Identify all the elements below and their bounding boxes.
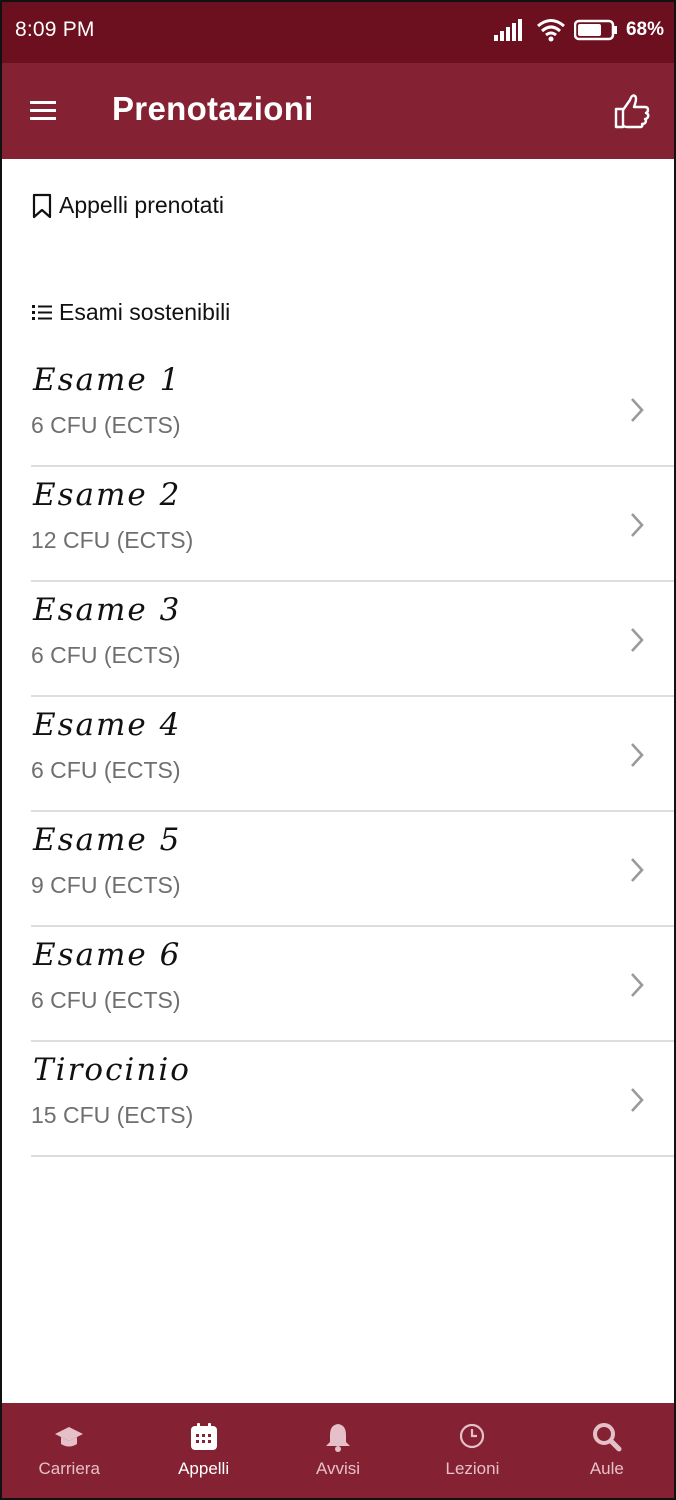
nav-item-appelli[interactable]: Appelli xyxy=(136,1403,270,1498)
booked-exams-label: Appelli prenotati xyxy=(59,192,224,218)
graduation-cap-icon xyxy=(55,1427,84,1447)
exam-credits: 6 CFU (ECTS) xyxy=(31,642,181,668)
bottom-navigation: Carriera Appelli Avvisi Lezioni Aule xyxy=(2,1403,674,1498)
exam-credits: 6 CFU (ECTS) xyxy=(31,757,181,783)
nav-item-lezioni[interactable]: Lezioni xyxy=(405,1403,539,1498)
battery-icon xyxy=(573,19,617,41)
chevron-right-icon xyxy=(631,628,644,652)
exam-name: Esame 5 xyxy=(33,822,182,858)
list-item[interactable]: Esame 3 6 CFU (ECTS) xyxy=(31,582,674,697)
exam-list: Esame 1 6 CFU (ECTS) Esame 2 12 CFU (ECT… xyxy=(2,352,674,1157)
exam-name: Esame 3 xyxy=(33,592,182,628)
nav-label: Carriera xyxy=(38,1459,100,1478)
exam-name: Esame 4 xyxy=(33,707,182,743)
list-item[interactable]: Tirocinio 15 CFU (ECTS) xyxy=(31,1042,674,1157)
exam-credits: 6 CFU (ECTS) xyxy=(31,412,181,438)
nav-item-carriera[interactable]: Carriera xyxy=(2,1403,136,1498)
signal-icon xyxy=(493,19,522,41)
list-item[interactable]: Esame 4 6 CFU (ECTS) xyxy=(31,697,674,812)
booked-exams-header[interactable]: Appelli prenotati xyxy=(31,192,224,219)
chevron-right-icon xyxy=(631,973,644,997)
exam-credits: 12 CFU (ECTS) xyxy=(31,527,194,553)
calendar-icon xyxy=(190,1423,217,1450)
thumbs-up-icon[interactable] xyxy=(612,91,652,131)
nav-label: Avvisi xyxy=(315,1459,361,1478)
nav-item-aule[interactable]: Aule xyxy=(540,1403,674,1498)
exam-name: Tirocinio xyxy=(33,1052,191,1088)
search-icon xyxy=(592,1423,622,1452)
nav-label: Aule xyxy=(589,1459,624,1478)
nav-label: Appelli xyxy=(178,1459,230,1478)
clock-icon xyxy=(460,1423,485,1449)
list-item[interactable]: Esame 2 12 CFU (ECTS) xyxy=(31,467,674,582)
exam-name: Esame 6 xyxy=(33,937,182,973)
wifi-icon xyxy=(537,19,565,42)
status-icons: 68% xyxy=(493,18,664,42)
available-exams-label: Esami sostenibili xyxy=(59,299,231,325)
list-item[interactable]: Esame 6 6 CFU (ECTS) xyxy=(31,927,674,1042)
exam-name: Esame 2 xyxy=(33,477,182,513)
chevron-right-icon xyxy=(631,513,644,537)
chevron-right-icon xyxy=(631,858,644,882)
bell-icon xyxy=(326,1424,351,1452)
status-time: 8:09 PM xyxy=(15,18,95,41)
list-item[interactable]: Esame 5 9 CFU (ECTS) xyxy=(31,812,674,927)
menu-icon[interactable] xyxy=(28,96,60,126)
chevron-right-icon xyxy=(631,743,644,767)
chevron-right-icon xyxy=(631,1088,644,1112)
list-item[interactable]: Esame 1 6 CFU (ECTS) xyxy=(31,352,674,467)
app-bar: Prenotazioni xyxy=(2,63,674,159)
nav-label: Lezioni xyxy=(445,1459,500,1478)
app-screen: 8:09 PM 68% Prenotazioni Appelli prenota… xyxy=(0,0,676,1500)
battery-percent: 68% xyxy=(625,19,664,40)
nav-item-avvisi[interactable]: Avvisi xyxy=(271,1403,405,1498)
list-icon xyxy=(32,304,52,320)
status-bar: 8:09 PM 68% xyxy=(2,2,674,63)
chevron-right-icon xyxy=(631,398,644,422)
bookmark-icon xyxy=(32,193,52,218)
exam-credits: 6 CFU (ECTS) xyxy=(31,987,181,1013)
exam-credits: 15 CFU (ECTS) xyxy=(31,1102,194,1128)
page-title: Prenotazioni xyxy=(112,90,314,127)
exam-credits: 9 CFU (ECTS) xyxy=(31,872,181,898)
exam-name: Esame 1 xyxy=(33,362,182,398)
available-exams-header: Esami sostenibili xyxy=(31,299,230,326)
